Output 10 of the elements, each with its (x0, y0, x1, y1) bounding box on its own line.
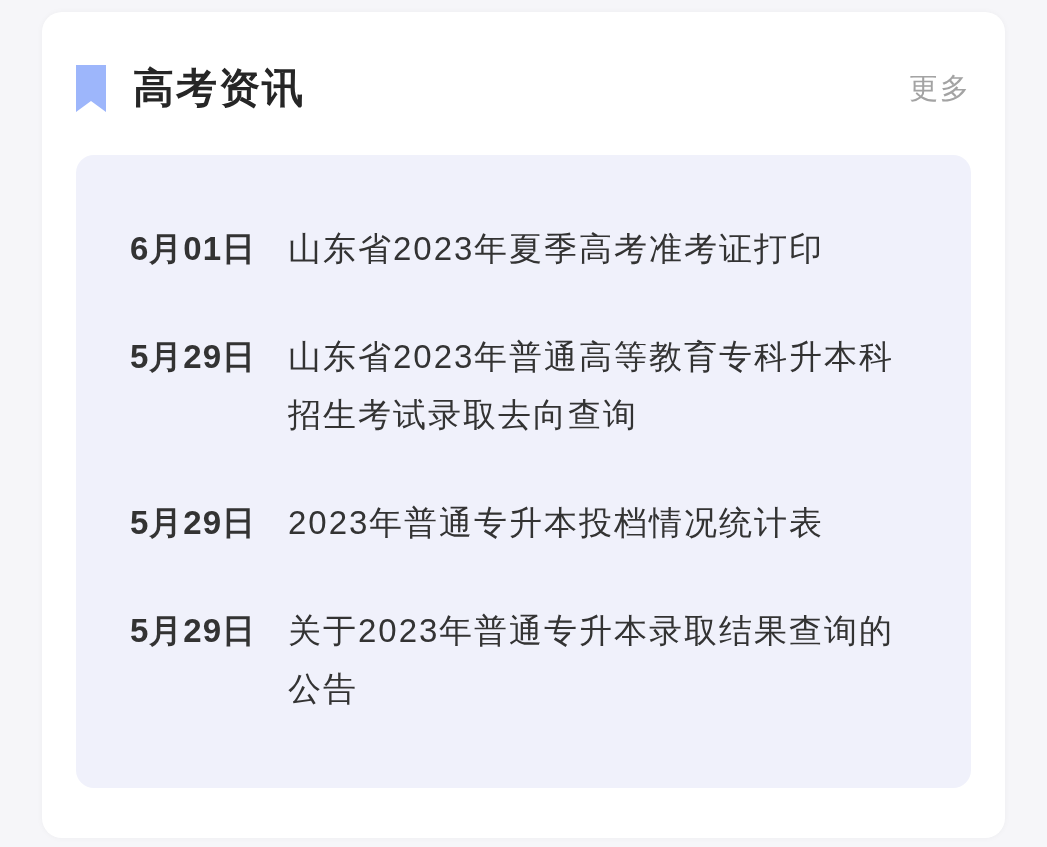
bookmark-icon (76, 64, 106, 112)
section-title: 高考资讯 (133, 64, 305, 113)
news-title[interactable]: 2023年普通专升本投档情况统计表 (288, 494, 928, 552)
news-title[interactable]: 关于2023年普通专升本录取结果查询的公告 (288, 602, 928, 718)
news-title[interactable]: 山东省2023年普通高等教育专科升本科招生考试录取去向查询 (288, 328, 928, 444)
news-date: 5月29日 (130, 337, 258, 377)
news-date: 6月01日 (130, 229, 258, 269)
news-date: 5月29日 (130, 503, 258, 543)
news-title[interactable]: 山东省2023年夏季高考准考证打印 (288, 220, 928, 278)
news-date: 5月29日 (130, 611, 258, 651)
